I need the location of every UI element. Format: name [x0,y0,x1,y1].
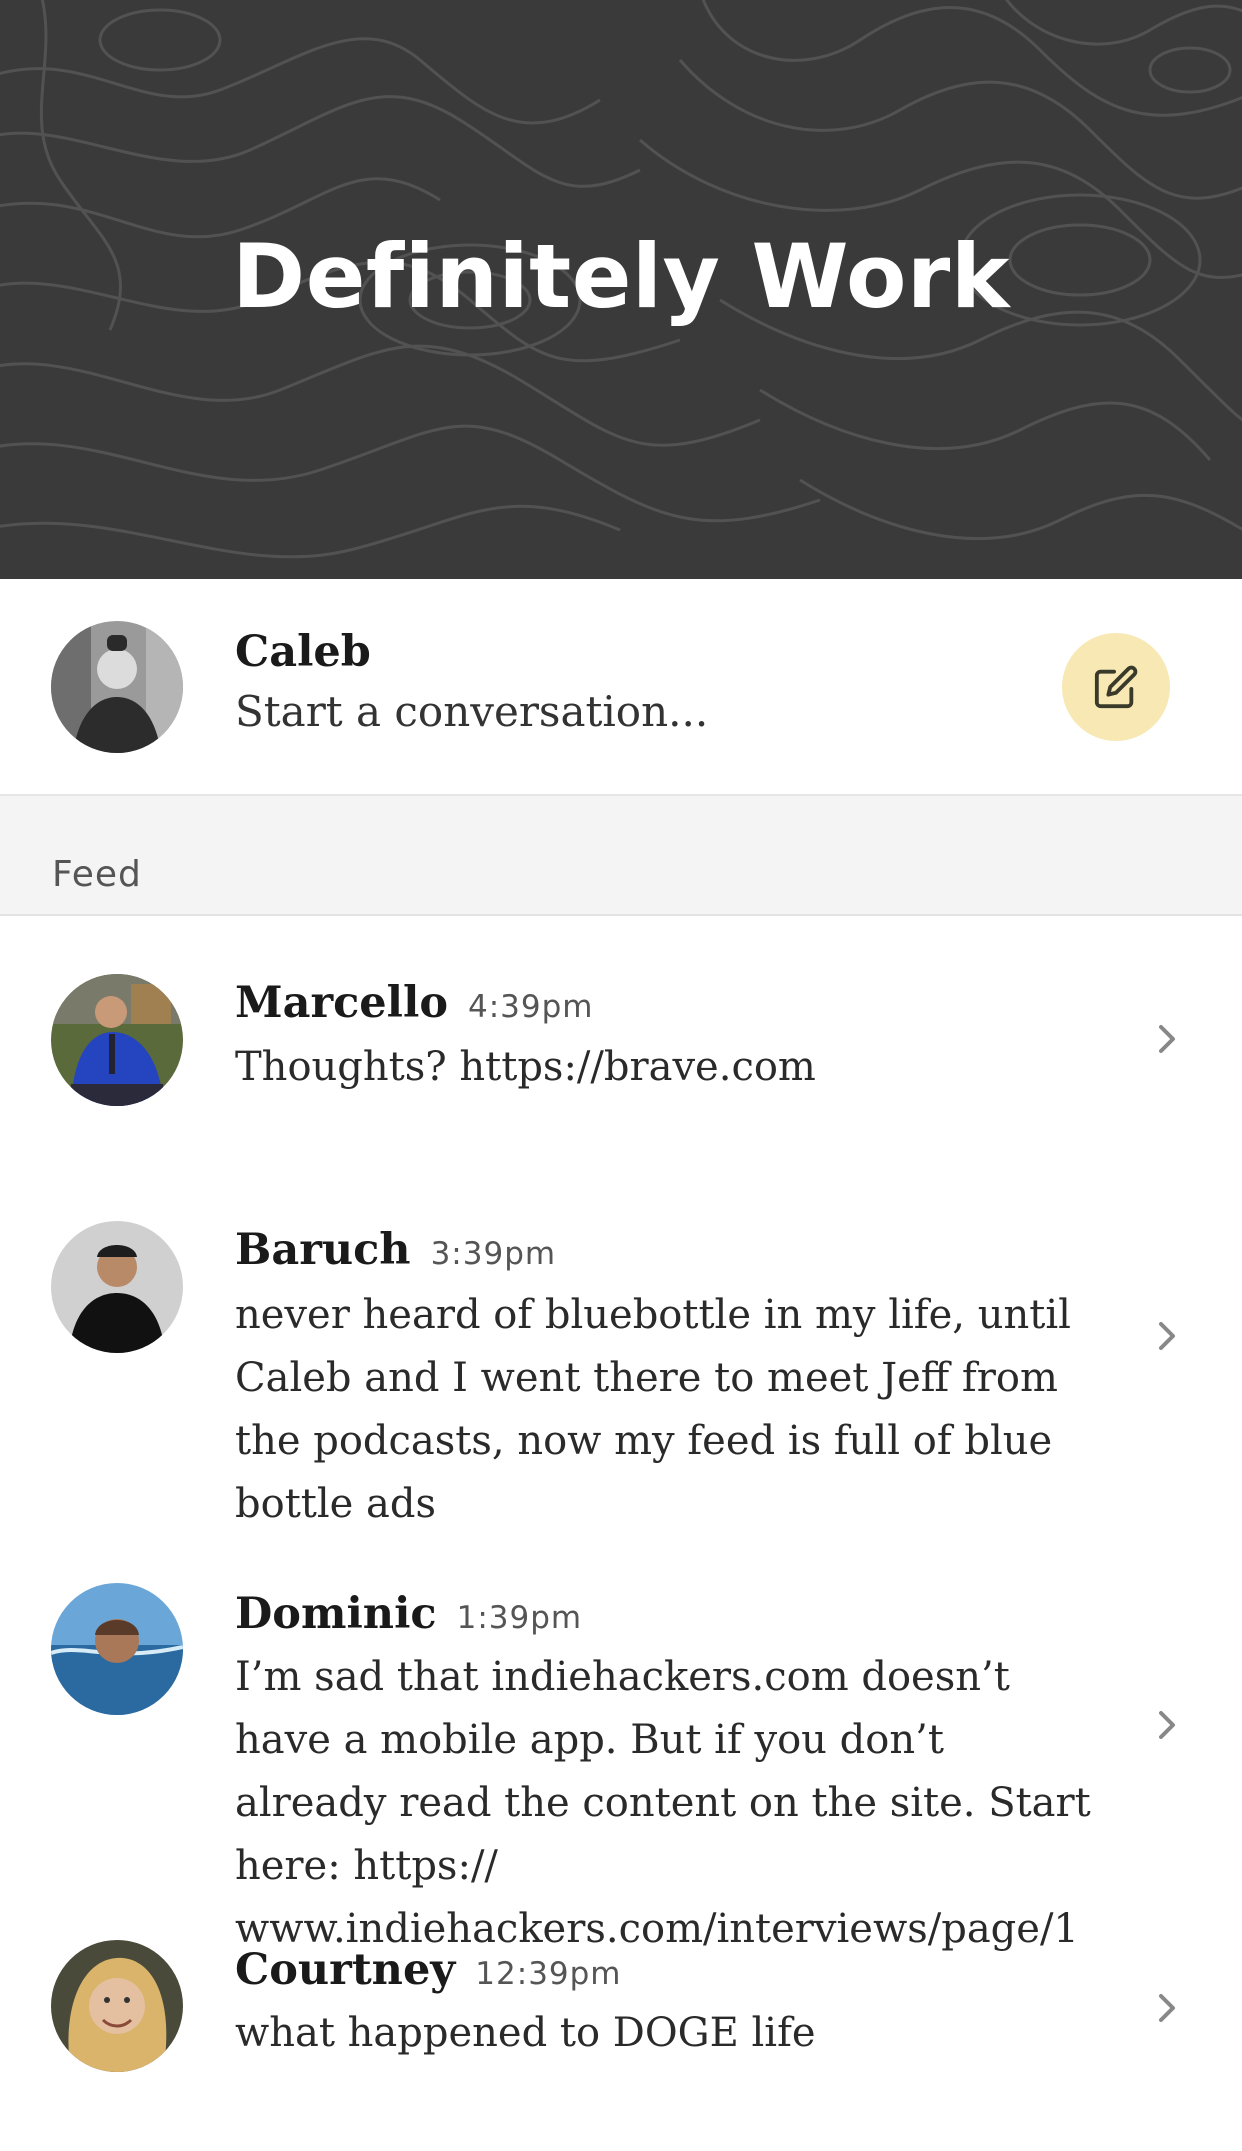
timestamp: 4:39pm [468,989,594,1025]
author-name: Dominic [235,1589,437,1639]
chevron-right-icon[interactable] [1152,1019,1182,1059]
edit-icon [1094,665,1138,709]
timestamp: 3:39pm [430,1236,557,1272]
composer[interactable]: Caleb Start a conversation... [0,579,1242,796]
feed-item[interactable]: Dominic 1:39pm I’m sad that indiehackers… [0,1519,1242,1952]
timestamp: 1:39pm [456,1600,583,1636]
chevron-right-icon[interactable] [1152,1988,1182,2028]
author-name: Courtney [235,1945,456,1995]
avatar [51,1221,183,1353]
message-text: what happened to DOGE life [235,2010,816,2056]
compose-button[interactable] [1062,633,1170,741]
feed-item-meta: Courtney 12:39pm [235,1945,622,1995]
feed-item-meta: Marcello 4:39pm [235,978,594,1028]
author-name: Baruch [235,1225,411,1275]
composer-user-name: Caleb [235,627,371,677]
chevron-right-icon[interactable] [1152,1705,1182,1745]
avatar [51,974,183,1106]
page-title: Definitely Work [232,225,1010,328]
message-text: I’m sad that indiehackers.com doesn’t ha… [235,1654,1091,1952]
feed-list: Marcello 4:39pm Thoughts? https://brave.… [0,916,1242,2140]
feed-item[interactable]: Marcello 4:39pm Thoughts? https://brave.… [0,916,1242,1162]
feed-section-header: Feed [0,796,1242,916]
feed-item[interactable]: Baruch 3:39pm never heard of bluebottle … [0,1162,1242,1527]
timestamp: 12:39pm [475,1956,622,1992]
avatar [51,1940,183,2072]
chevron-right-icon[interactable] [1152,1316,1182,1356]
start-conversation-input[interactable]: Start a conversation... [235,687,708,736]
message-text: never heard of bluebottle in my life, un… [235,1292,1071,1527]
feed-item-meta: Dominic 1:39pm [235,1589,582,1639]
feed-item[interactable]: Courtney 12:39pm what happened to DOGE l… [0,1940,1242,2140]
avatar [51,1583,183,1715]
feed-item-meta: Baruch 3:39pm [235,1225,556,1275]
feed-label: Feed [52,854,142,895]
author-name: Marcello [235,978,449,1028]
header-banner: Definitely Work [0,0,1242,579]
message-text: Thoughts? https://brave.com [235,1044,816,1090]
avatar [51,621,183,753]
